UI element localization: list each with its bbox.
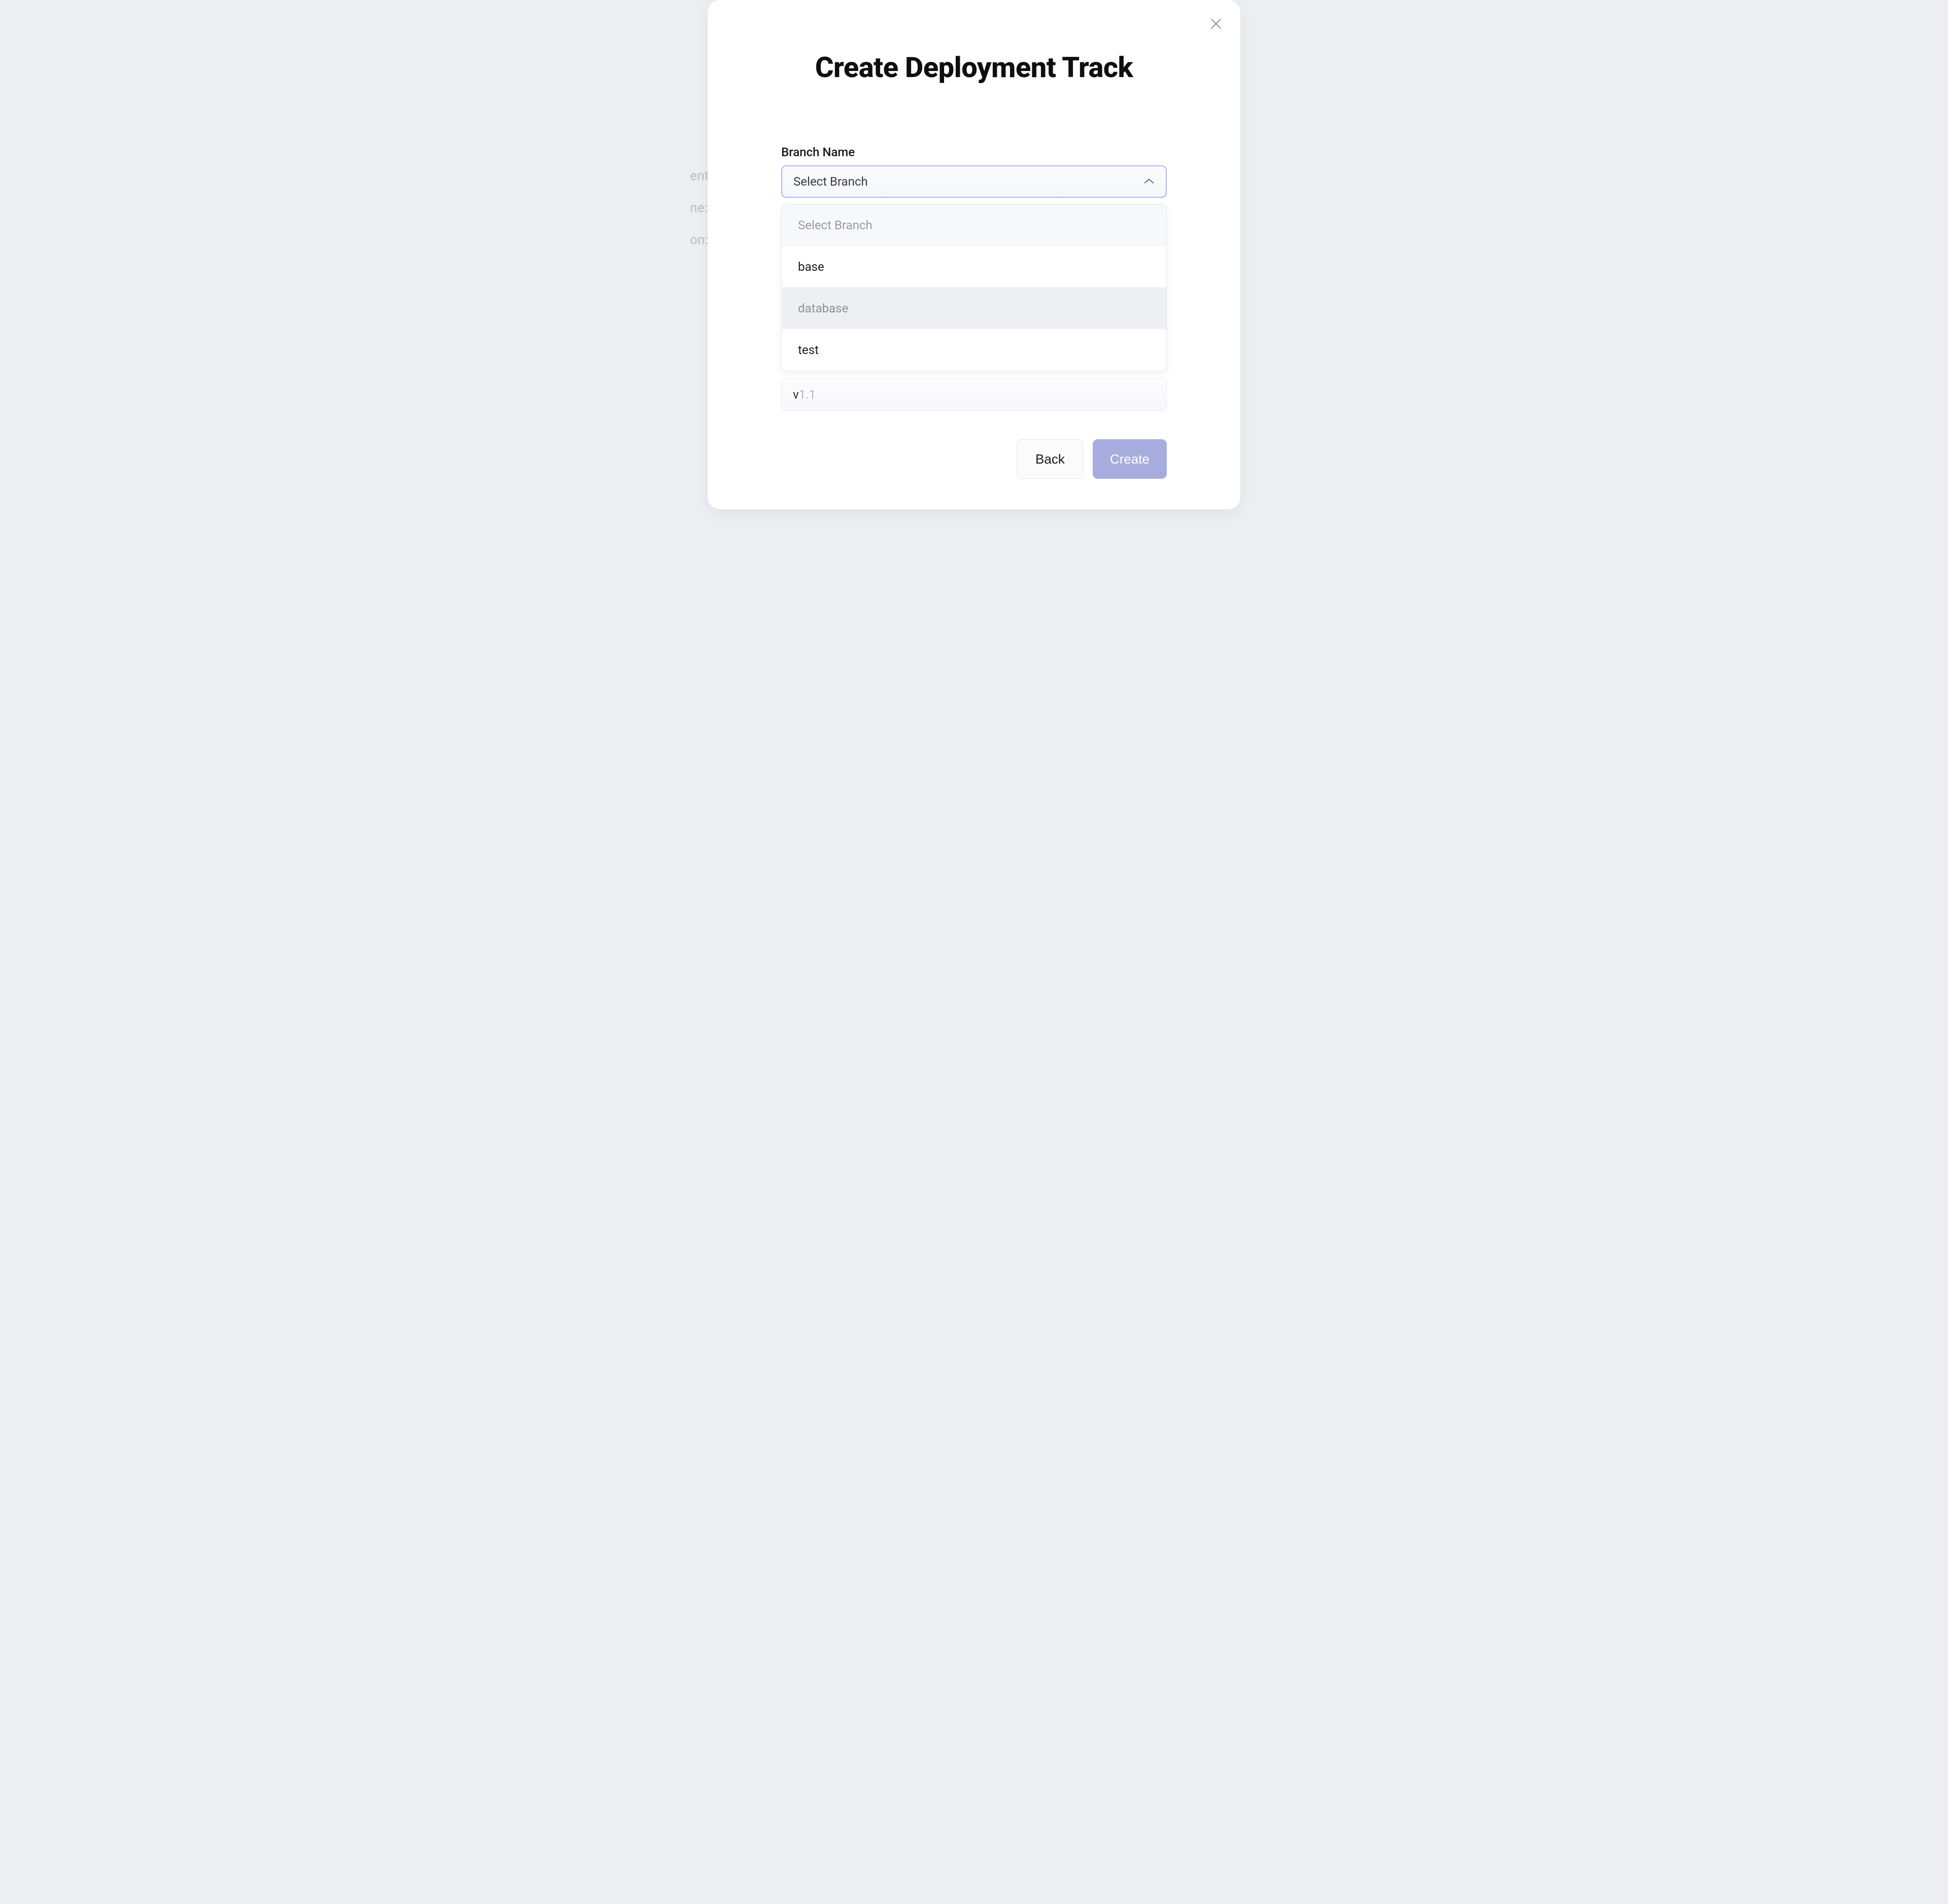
background-text-fragment: ent xyxy=(690,168,709,184)
close-button[interactable] xyxy=(1206,14,1226,34)
branch-option[interactable]: base xyxy=(782,246,1166,288)
version-input[interactable]: v1.1 xyxy=(781,378,1167,411)
chevron-up-icon xyxy=(1143,177,1155,187)
branch-select-placeholder: Select Branch xyxy=(793,174,868,189)
back-button[interactable]: Back xyxy=(1017,439,1084,479)
branch-option[interactable]: test xyxy=(782,329,1166,371)
create-deployment-track-modal: Create Deployment Track Branch Name Sele… xyxy=(708,0,1240,509)
branch-dropdown: Select Branchbasedatabasetest xyxy=(781,204,1167,371)
branch-option-placeholder: Select Branch xyxy=(782,204,1166,246)
background-text-fragment: on: xyxy=(690,232,709,248)
branch-option[interactable]: database xyxy=(782,288,1166,329)
create-button[interactable]: Create xyxy=(1093,439,1167,479)
background-text-fragment: ne: xyxy=(690,200,708,216)
close-icon xyxy=(1209,17,1223,32)
branch-select[interactable]: Select Branch xyxy=(781,165,1167,198)
modal-title: Create Deployment Track xyxy=(722,51,1226,84)
branch-name-label: Branch Name xyxy=(781,145,1167,159)
version-input-prefix: v xyxy=(793,387,799,402)
version-input-suffix: 1.1 xyxy=(799,387,816,402)
deployment-track-form: Branch Name Select Branch Select Branchb… xyxy=(781,145,1167,411)
modal-footer: Back Create xyxy=(781,439,1167,479)
